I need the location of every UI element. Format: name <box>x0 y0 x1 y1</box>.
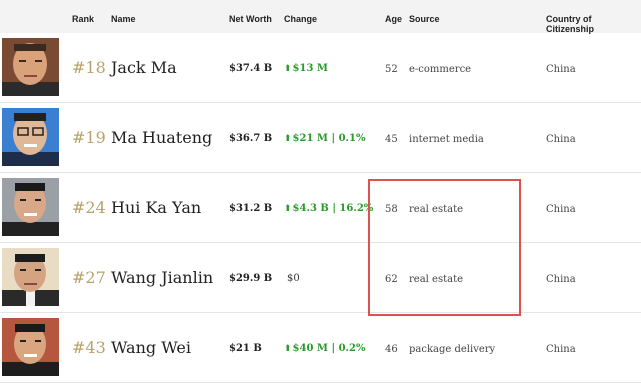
net-worth-value: $36.7 B <box>229 133 273 144</box>
person-name-link[interactable]: Ma Huateng <box>111 128 212 147</box>
change-value: ⬆$21 M | 0.1% <box>284 133 365 144</box>
person-name-link[interactable]: Wang Jianlin <box>111 268 213 287</box>
country-value: China <box>546 134 576 145</box>
table-row[interactable]: #43 Wang Wei $21 B ⬆$40 M | 0.2% 46 pack… <box>0 313 641 383</box>
person-photo[interactable] <box>2 178 59 236</box>
person-photo[interactable] <box>2 108 59 166</box>
age-value: 45 <box>385 134 398 145</box>
country-value: China <box>546 64 576 75</box>
net-worth-value: $21 B <box>229 343 262 354</box>
column-header-age[interactable]: Age <box>385 14 402 24</box>
rank-label: #18 <box>72 58 106 77</box>
rank-label: #43 <box>72 338 106 357</box>
person-photo[interactable] <box>2 318 59 376</box>
rank-label: #24 <box>72 198 106 217</box>
source-value: package delivery <box>409 344 496 355</box>
arrow-up-icon: ⬆ <box>284 134 292 144</box>
change-text: $21 M | 0.1% <box>292 133 366 144</box>
arrow-up-icon: ⬆ <box>284 344 292 354</box>
column-header-net-worth[interactable]: Net Worth <box>229 14 272 24</box>
source-value: internet media <box>409 134 484 145</box>
person-name-link[interactable]: Hui Ka Yan <box>111 198 201 217</box>
rank-label: #19 <box>72 128 106 147</box>
person-photo[interactable] <box>2 248 59 306</box>
age-value: 52 <box>385 64 398 75</box>
change-text: $0 <box>287 273 300 284</box>
change-value: ⬆$40 M | 0.2% <box>284 343 365 354</box>
change-text: $40 M | 0.2% <box>292 343 366 354</box>
change-value: ⬆$13 M <box>284 63 328 74</box>
person-name-link[interactable]: Wang Wei <box>111 338 191 357</box>
arrow-up-icon: ⬆ <box>284 64 292 74</box>
change-text: $13 M <box>292 63 328 74</box>
column-header-change[interactable]: Change <box>284 14 317 24</box>
age-value: 46 <box>385 344 398 355</box>
table-row[interactable]: #19 Ma Huateng $36.7 B ⬆$21 M | 0.1% 45 … <box>0 103 641 173</box>
person-name-link[interactable]: Jack Ma <box>111 58 177 77</box>
net-worth-value: $29.9 B <box>229 273 273 284</box>
highlight-box <box>368 179 521 316</box>
column-header-source[interactable]: Source <box>409 14 440 24</box>
column-header-name[interactable]: Name <box>111 14 136 24</box>
table-row[interactable]: #27 Wang Jianlin $29.9 B $0 62 real esta… <box>0 243 641 313</box>
column-header-country[interactable]: Country of Citizenship <box>546 14 641 34</box>
country-value: China <box>546 204 576 215</box>
column-header-rank[interactable]: Rank <box>72 14 94 24</box>
arrow-up-icon: ⬆ <box>284 204 292 214</box>
country-value: China <box>546 274 576 285</box>
net-worth-value: $37.4 B <box>229 63 273 74</box>
rank-label: #27 <box>72 268 106 287</box>
source-value: e-commerce <box>409 64 472 75</box>
table-row[interactable]: #24 Hui Ka Yan $31.2 B ⬆$4.3 B | 16.2% 5… <box>0 173 641 243</box>
country-value: China <box>546 344 576 355</box>
net-worth-value: $31.2 B <box>229 203 273 214</box>
change-value: ⬆$4.3 B | 16.2% <box>284 203 373 214</box>
table-row[interactable]: #18 Jack Ma $37.4 B ⬆$13 M 52 e-commerce… <box>0 33 641 103</box>
change-text: $4.3 B | 16.2% <box>292 203 374 214</box>
person-photo[interactable] <box>2 38 59 96</box>
table-header: Rank Name Net Worth Change Age Source Co… <box>0 0 641 34</box>
